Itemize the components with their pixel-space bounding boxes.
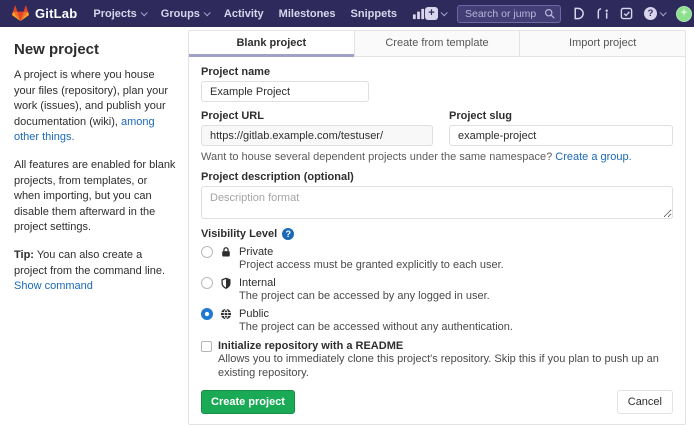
create-project-button[interactable]: Create project [201, 390, 295, 414]
help-menu-button[interactable]: ? [644, 7, 665, 20]
private-option-label: Private [239, 246, 273, 258]
private-radio[interactable] [201, 246, 213, 258]
visibility-help-icon[interactable]: ? [282, 228, 294, 240]
public-option-label: Public [239, 308, 269, 320]
nav-snippets[interactable]: Snippets [351, 8, 397, 20]
sidebar-features-note: All features are enabled for blank proje… [14, 158, 176, 236]
visibility-option-public: Public The project can be accessed witho… [201, 308, 673, 335]
search-icon [544, 8, 555, 19]
visibility-option-private: Private Project access must be granted e… [201, 246, 673, 273]
todos-icon[interactable] [620, 7, 633, 20]
tab-create-from-template[interactable]: Create from template [354, 31, 520, 57]
blank-project-form: Project name Project URL Project slug Wa… [189, 57, 685, 424]
internal-option-label: Internal [239, 277, 276, 289]
public-radio[interactable] [201, 308, 213, 320]
project-name-input[interactable] [201, 81, 369, 102]
sidebar-tip: Tip: You can also create a project from … [14, 248, 176, 295]
chart-icon[interactable] [412, 7, 425, 20]
sidebar-intro: A project is where you house your files … [14, 68, 176, 146]
visibility-option-internal: Internal The project can be accessed by … [201, 277, 673, 304]
help-icon: ? [644, 7, 657, 20]
visibility-level-label: Visibility Level [201, 228, 277, 240]
readme-label: Initialize repository with a README [218, 340, 403, 352]
search-box[interactable] [457, 5, 561, 23]
avatar: + [676, 6, 692, 22]
readme-checkbox[interactable] [201, 341, 212, 352]
project-type-tabs: Blank project Create from template Impor… [189, 31, 685, 57]
private-option-description: Project access must be granted explicitl… [239, 259, 673, 273]
nav-milestones[interactable]: Milestones [279, 8, 336, 20]
project-slug-input[interactable] [449, 125, 673, 146]
top-navbar: GitLab Projects Groups Activity Mileston… [0, 0, 694, 27]
project-description-input[interactable] [201, 186, 673, 219]
project-name-label: Project name [201, 66, 673, 78]
tab-blank-project[interactable]: Blank project [189, 31, 354, 57]
project-description-label: Project description (optional) [201, 171, 673, 183]
nav-projects[interactable]: Projects [93, 8, 145, 20]
new-menu-button[interactable]: + [425, 7, 446, 20]
merge-requests-icon[interactable] [596, 7, 609, 20]
project-url-input[interactable] [201, 125, 433, 146]
internal-option-description: The project can be accessed by any logge… [239, 290, 673, 304]
gitlab-logo[interactable]: GitLab [12, 5, 77, 22]
shield-icon [220, 277, 232, 289]
chevron-down-icon [140, 9, 147, 16]
chevron-down-icon [660, 9, 667, 16]
readme-option: Initialize repository with a README Allo… [201, 340, 673, 381]
namespace-hint: Want to house several dependent projects… [201, 151, 673, 163]
readme-description: Allows you to immediately clone this pro… [218, 353, 673, 381]
new-project-sidebar: New project A project is where you house… [0, 27, 188, 307]
internal-radio[interactable] [201, 277, 213, 289]
plus-icon: + [425, 7, 438, 20]
public-option-description: The project can be accessed without any … [239, 321, 673, 335]
project-slug-label: Project slug [449, 110, 673, 122]
new-project-panel: Blank project Create from template Impor… [188, 30, 686, 425]
project-url-label: Project URL [201, 110, 433, 122]
create-group-link[interactable]: Create a group. [555, 151, 631, 163]
cancel-button[interactable]: Cancel [617, 390, 673, 414]
chevron-down-icon [441, 9, 448, 16]
tab-import-project[interactable]: Import project [519, 31, 685, 57]
lock-icon [220, 246, 232, 258]
nav-groups[interactable]: Groups [161, 8, 209, 20]
show-command-link[interactable]: Show command [14, 280, 93, 292]
chevron-down-icon [204, 9, 211, 16]
nav-activity[interactable]: Activity [224, 8, 264, 20]
tanuki-icon [12, 5, 29, 22]
globe-icon [220, 308, 232, 320]
brand-name: GitLab [35, 6, 77, 21]
issues-icon[interactable] [572, 7, 585, 20]
user-menu-button[interactable]: + [676, 6, 694, 22]
search-input[interactable] [463, 7, 540, 21]
page-title: New project [14, 41, 176, 58]
